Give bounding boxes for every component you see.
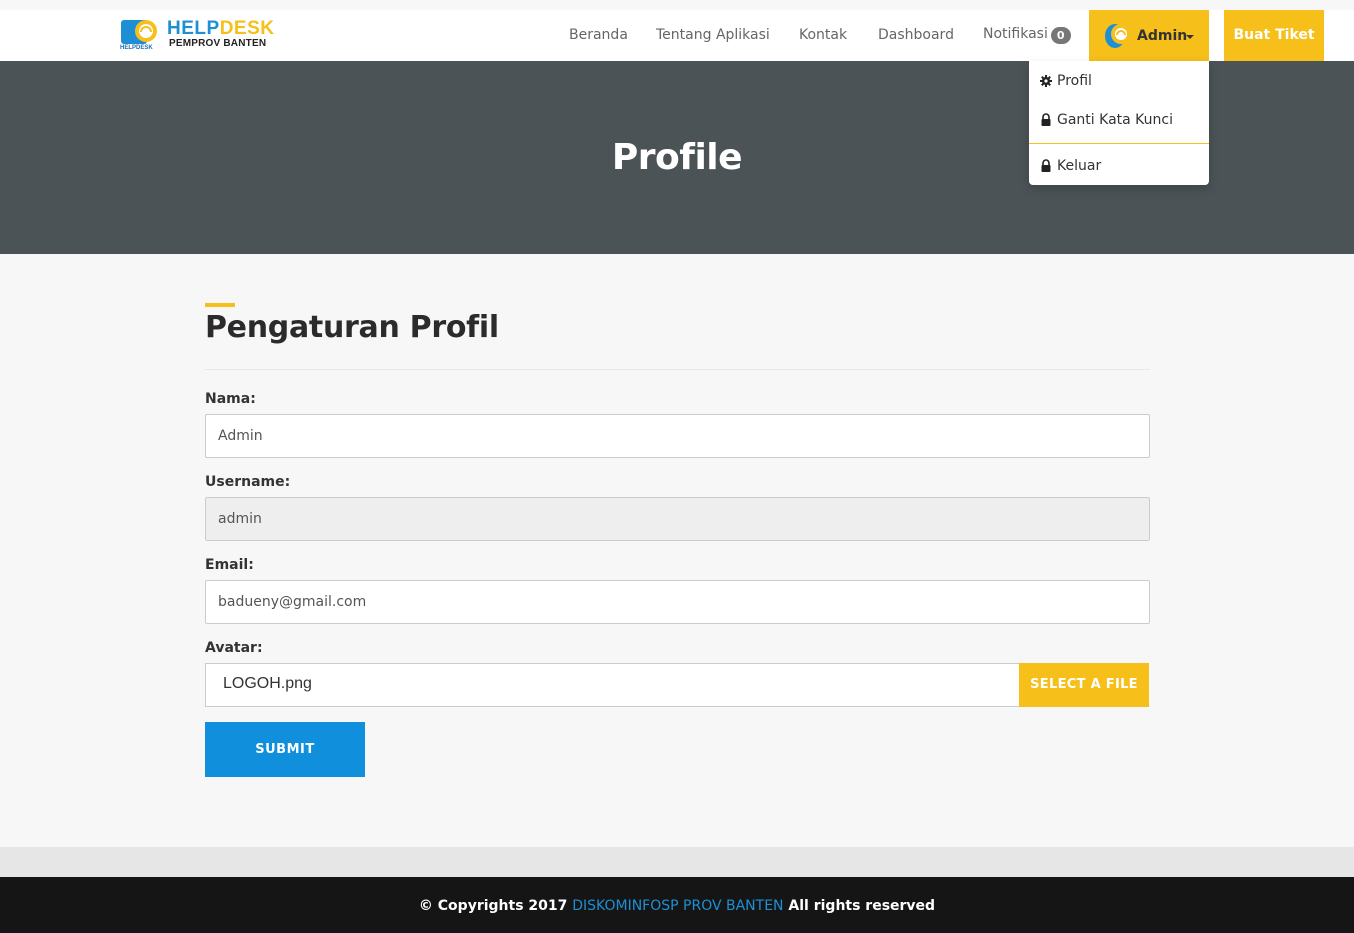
admin-username-label: Admin: [1137, 28, 1188, 44]
footer-suffix: All rights reserved: [788, 898, 936, 914]
nama-input[interactable]: [205, 414, 1150, 458]
buat-tiket-button[interactable]: Buat Tiket: [1224, 10, 1324, 61]
caret-down-icon: [1186, 35, 1194, 39]
notification-count-badge: 0: [1050, 27, 1071, 44]
nav-tentang-aplikasi[interactable]: Tentang Aplikasi: [656, 27, 770, 43]
admin-menu-toggle[interactable]: Admin: [1089, 10, 1209, 61]
brand-subtitle: PEMPROV BANTEN: [169, 38, 267, 49]
gear-icon: [1040, 75, 1052, 87]
submit-button[interactable]: SUBMIT: [205, 722, 365, 777]
footer: © Copyrights 2017 DISKOMINFOSP PROV BANT…: [0, 877, 1354, 933]
username-label: Username:: [205, 474, 291, 490]
menu-item-keluar-label: Keluar: [1057, 158, 1102, 174]
select-file-button[interactable]: SELECT A FILE: [1019, 663, 1149, 707]
email-input[interactable]: [205, 580, 1150, 624]
site-logo[interactable]: HELPDESK PEMPROV BANTEN HELPDESK: [120, 18, 274, 54]
nav-dashboard[interactable]: Dashboard: [878, 27, 954, 43]
top-strip: [0, 0, 1354, 10]
dropdown-divider: [1029, 143, 1209, 144]
nama-label: Nama:: [205, 391, 256, 407]
section-divider: [205, 369, 1150, 370]
navbar: HELPDESK PEMPROV BANTEN HELPDESK Beranda…: [0, 10, 1354, 61]
pre-footer-band: [0, 847, 1354, 877]
footer-org-link[interactable]: DISKOMINFOSP PROV BANTEN: [572, 898, 783, 914]
brand-name: HELPDESK: [167, 18, 275, 39]
email-label: Email:: [205, 557, 254, 573]
nav-kontak[interactable]: Kontak: [799, 27, 847, 43]
lock-icon: [1041, 159, 1051, 172]
footer-prefix: © Copyrights 2017: [418, 898, 568, 914]
footer-copyright: © Copyrights 2017 DISKOMINFOSP PROV BANT…: [0, 898, 1354, 914]
menu-item-keluar[interactable]: Keluar: [1039, 158, 1101, 174]
nav-notifikasi[interactable]: Notifikasi 0: [983, 26, 1071, 44]
nav-notifikasi-label: Notifikasi: [983, 26, 1048, 42]
menu-item-ganti-kata-kunci[interactable]: Ganti Kata Kunci: [1039, 112, 1173, 128]
menu-item-profil[interactable]: Profil: [1039, 73, 1092, 89]
user-avatar-icon: [1105, 24, 1131, 48]
menu-item-profil-label: Profil: [1057, 73, 1092, 89]
username-input[interactable]: [205, 497, 1150, 541]
section-accent-bar: [205, 303, 235, 307]
admin-dropdown-menu: Profil Ganti Kata Kunci Keluar: [1029, 61, 1209, 185]
nav-beranda[interactable]: Beranda: [569, 27, 628, 43]
avatar-label: Avatar:: [205, 640, 263, 656]
avatar-file-name-field[interactable]: LOGOH.png: [205, 663, 1020, 707]
lock-icon: [1041, 113, 1051, 126]
menu-item-ganti-label: Ganti Kata Kunci: [1057, 112, 1173, 128]
brand-tiny-text: HELPDESK: [120, 45, 153, 51]
section-title: Pengaturan Profil: [205, 310, 499, 345]
